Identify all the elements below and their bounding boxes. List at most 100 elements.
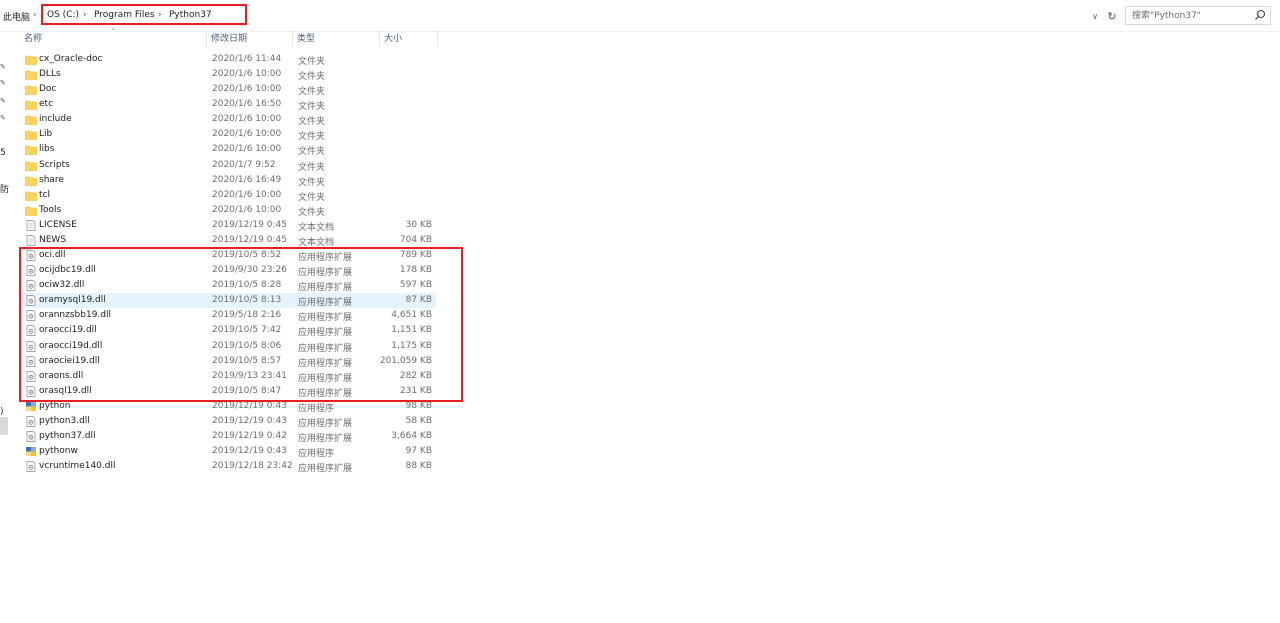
file-name[interactable]: DLLs <box>39 69 61 79</box>
pin-icon[interactable]: ✎ <box>0 114 8 122</box>
file-row[interactable]: Scripts 2020/1/7 9:52 文件夹 <box>20 158 436 173</box>
file-name[interactable]: NEWS <box>39 235 66 245</box>
file-type: 应用程序扩展 <box>298 358 353 369</box>
chevron-right-icon[interactable]: › <box>83 10 87 20</box>
breadcrumb-drive[interactable]: OS (C:) <box>47 10 79 20</box>
nav-item-fragment[interactable]: ) <box>0 407 4 417</box>
file-name[interactable]: pythonw <box>39 446 78 456</box>
chevron-right-icon[interactable]: › <box>158 10 162 20</box>
column-header-row: 名称 修改日期 类型 大小 <box>20 31 440 47</box>
file-name[interactable]: python37.dll <box>39 431 96 441</box>
folder-icon <box>25 54 37 65</box>
file-name[interactable]: etc <box>39 99 53 109</box>
file-name[interactable]: orannzsbb19.dll <box>39 310 111 320</box>
file-type: 应用程序扩展 <box>298 313 353 324</box>
file-type: 文件夹 <box>298 132 326 143</box>
nav-item-selected[interactable] <box>0 417 8 435</box>
file-size: 1,175 KB <box>391 340 432 351</box>
pin-icon[interactable]: ✎ <box>0 97 8 105</box>
folder-icon <box>25 205 37 216</box>
file-name[interactable]: Lib <box>39 129 52 139</box>
file-name[interactable]: Doc <box>39 84 56 94</box>
file-name[interactable]: cx_Oracle-doc <box>39 54 102 64</box>
file-name[interactable]: python3.dll <box>39 416 90 426</box>
column-header-size[interactable]: 大小 <box>380 31 438 47</box>
file-name[interactable]: oraociei19.dll <box>39 356 100 366</box>
file-row[interactable]: oraocci19d.dll 2019/10/5 8:06 应用程序扩展 1,175 … <box>20 339 436 354</box>
file-row[interactable]: Doc 2020/1/6 10:00 文件夹 <box>20 82 436 97</box>
file-row[interactable]: NEWS 2019/12/19 0:45 文本文档 704 KB <box>20 233 436 248</box>
nav-item-fragment[interactable]: 防 <box>0 182 9 195</box>
file-type: 文件夹 <box>298 192 326 203</box>
file-name[interactable]: tcl <box>39 190 50 200</box>
file-row[interactable]: orasql19.dll 2019/10/5 8:47 应用程序扩展 231 KB <box>20 384 436 399</box>
python-app-icon <box>25 446 37 457</box>
file-modified-date: 2020/1/6 16:49 <box>212 174 282 185</box>
file-row[interactable]: share 2020/1/6 16:49 文件夹 <box>20 173 436 188</box>
file-name[interactable]: oci.dll <box>39 250 66 260</box>
file-row[interactable]: python3.dll 2019/12/19 0:43 应用程序扩展 58 KB <box>20 414 436 429</box>
file-size: 4,651 KB <box>391 310 432 321</box>
dll-file-icon <box>25 416 37 427</box>
breadcrumb-root[interactable]: 此电脑 <box>3 10 30 23</box>
nav-item-fragment[interactable]: 5 <box>0 148 6 158</box>
file-row[interactable]: include 2020/1/6 10:00 文件夹 <box>20 112 436 127</box>
file-type: 应用程序 <box>298 403 335 414</box>
file-row[interactable]: vcruntime140.dll 2019/12/18 23:42 应用程序扩展 88… <box>20 459 436 474</box>
file-modified-date: 2020/1/6 10:00 <box>212 114 282 125</box>
file-row[interactable]: oci.dll 2019/10/5 8:52 应用程序扩展 789 KB <box>20 248 436 263</box>
pin-icon[interactable]: ✎ <box>0 79 8 87</box>
file-name[interactable]: libs <box>39 144 54 154</box>
search-input[interactable] <box>1125 6 1271 25</box>
refresh-icon[interactable]: ↻ <box>1105 8 1119 24</box>
file-modified-date: 2019/9/13 23:41 <box>212 370 287 381</box>
file-name[interactable]: Tools <box>39 205 61 215</box>
file-row[interactable]: python 2019/12/19 0:43 应用程序 98 KB <box>20 399 436 414</box>
file-size: 30 KB <box>405 219 432 230</box>
file-name[interactable]: include <box>39 114 72 124</box>
file-row[interactable]: Tools 2020/1/6 10:00 文件夹 <box>20 203 436 218</box>
file-row[interactable]: DLLs 2020/1/6 10:00 文件夹 <box>20 67 436 82</box>
chevron-down-icon[interactable]: ∨ <box>1088 8 1102 24</box>
column-header-name[interactable]: 名称 <box>20 31 207 47</box>
file-row[interactable]: orannzsbb19.dll 2019/5/18 2:16 应用程序扩展 4,651… <box>20 308 436 323</box>
address-bar[interactable]: 此电脑 › OS (C:) › Program Files › Python37… <box>0 0 1280 32</box>
file-row[interactable]: libs 2020/1/6 10:00 文件夹 <box>20 142 436 157</box>
file-name[interactable]: Scripts <box>39 160 70 170</box>
column-header-date[interactable]: 修改日期 <box>207 31 293 47</box>
file-type: 应用程序扩展 <box>298 343 353 354</box>
file-name[interactable]: orasql19.dll <box>39 386 92 396</box>
breadcrumb-program-files[interactable]: Program Files <box>94 10 155 20</box>
file-row[interactable]: cx_Oracle-doc 2020/1/6 11:44 文件夹 <box>20 52 436 67</box>
column-header-type[interactable]: 类型 <box>293 31 380 47</box>
file-type: 应用程序扩展 <box>298 298 353 309</box>
file-modified-date: 2019/10/5 8:57 <box>212 355 282 366</box>
file-row[interactable]: oraons.dll 2019/9/13 23:41 应用程序扩展 282 KB <box>20 369 436 384</box>
file-name[interactable]: oraons.dll <box>39 371 83 381</box>
file-name[interactable]: LICENSE <box>39 220 77 230</box>
pin-icon[interactable]: ✎ <box>0 63 8 71</box>
chevron-right-icon[interactable]: › <box>33 10 37 20</box>
file-row[interactable]: tcl 2020/1/6 10:00 文件夹 <box>20 188 436 203</box>
file-row[interactable]: Lib 2020/1/6 10:00 文件夹 <box>20 127 436 142</box>
file-name[interactable]: python <box>39 401 70 411</box>
breadcrumb-python37[interactable]: Python37 <box>169 10 212 20</box>
file-name[interactable]: oraocci19.dll <box>39 325 97 335</box>
file-name[interactable]: ocijdbc19.dll <box>39 265 96 275</box>
file-row[interactable]: ocijdbc19.dll 2019/9/30 23:26 应用程序扩展 178 KB <box>20 263 436 278</box>
file-name[interactable]: oraocci19d.dll <box>39 341 102 351</box>
file-row[interactable]: ociw32.dll 2019/10/5 8:28 应用程序扩展 597 KB <box>20 278 436 293</box>
search-icon[interactable] <box>1254 9 1266 21</box>
file-row[interactable]: pythonw 2019/12/19 0:43 应用程序 97 KB <box>20 444 436 459</box>
file-name[interactable]: ociw32.dll <box>39 280 84 290</box>
file-name[interactable]: share <box>39 175 64 185</box>
file-row[interactable]: python37.dll 2019/12/19 0:42 应用程序扩展 3,664 K… <box>20 429 436 444</box>
dll-file-icon <box>25 461 37 473</box>
file-row[interactable]: oraocci19.dll 2019/10/5 7:42 应用程序扩展 1,151 K… <box>20 323 436 338</box>
file-name[interactable]: oramysql19.dll <box>39 295 106 305</box>
file-row[interactable]: etc 2020/1/6 16:50 文件夹 <box>20 97 436 112</box>
file-row[interactable]: oramysql19.dll 2019/10/5 8:13 应用程序扩展 87 KB <box>20 293 436 309</box>
file-row[interactable]: oraociei19.dll 2019/10/5 8:57 应用程序扩展 201,05… <box>20 354 436 369</box>
file-name[interactable]: vcruntime140.dll <box>39 461 115 471</box>
file-row[interactable]: LICENSE 2019/12/19 0:45 文本文档 30 KB <box>20 218 436 233</box>
